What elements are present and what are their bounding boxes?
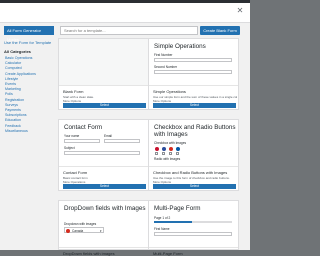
template-preview: Contact Form Your name Email Subject (59, 120, 148, 167)
flag-icon (176, 147, 180, 151)
preview-title: Checkbox and Radio Buttons with Images (154, 124, 236, 138)
preview-field-input (64, 151, 140, 155)
template-card-simple-operations[interactable]: Simple Operations First Number Second Nu… (148, 38, 239, 110)
modal-header: ✕ (0, 3, 250, 23)
preview-title: DropDown fields with Images (64, 205, 146, 212)
flag-icon (162, 147, 166, 151)
preview-title: Simple Operations (154, 43, 206, 50)
preview-field-label: Dropdown with images (64, 222, 97, 226)
template-card-multi-page[interactable]: Multi-Page Form Page 1 of 2 First Name M… (148, 200, 239, 256)
template-name: Checkbox and Radio Buttons with Images (153, 170, 228, 175)
create-blank-form-button[interactable]: Create Blank Form (200, 26, 240, 35)
template-name: Blank Form (63, 89, 84, 94)
preview-field-label: Your name (64, 134, 80, 138)
preview-field-input (64, 139, 100, 143)
sidebar-template-link[interactable]: Use the Form for Template (4, 40, 54, 45)
preview-field-label: First Number (154, 53, 173, 57)
preview-field-label: First Name (154, 227, 170, 231)
checkbox[interactable] (176, 152, 179, 155)
sidebar-item-all-modes[interactable]: All Form Generator Modes (4, 26, 54, 42)
preview-field-input (104, 139, 140, 143)
dropdown-selected-value: Canada (72, 229, 84, 233)
preview-field-label: Email (104, 134, 112, 138)
checkbox[interactable] (155, 152, 158, 155)
search-input[interactable] (60, 26, 198, 35)
template-name: Simple Operations (153, 89, 186, 94)
category-sidebar: All Form Generator Modes Use the Form fo… (4, 26, 54, 134)
flag-icon (155, 147, 159, 151)
template-card-blank[interactable]: Blank Form Start with a clean slate. Mor… (58, 38, 149, 110)
template-preview: Simple Operations First Number Second Nu… (149, 39, 238, 86)
template-name: Contact Form (63, 170, 88, 175)
progress-track (192, 221, 232, 223)
preview-field-label: Radio with Images (154, 157, 181, 161)
template-card-contact-form[interactable]: Contact Form Your name Email Subject Con… (58, 119, 149, 191)
checkbox[interactable] (169, 152, 172, 155)
select-template-button[interactable]: Select (63, 184, 146, 189)
preview-field-label: Subject (64, 146, 75, 150)
preview-field-label: Checkbox with Images (154, 141, 187, 145)
chevron-down-icon: ▾ (100, 229, 102, 233)
template-name: Multi-Page Form (153, 251, 183, 256)
flag-icon (66, 228, 70, 233)
template-preview: Checkbox and Radio Buttons with Images C… (149, 120, 238, 167)
template-card-dropdown-images[interactable]: DropDown fields with Images Dropdown wit… (58, 200, 149, 256)
flag-icon (169, 147, 173, 151)
progress-bar (154, 221, 192, 223)
select-template-button[interactable]: Select (153, 103, 236, 108)
template-preview: DropDown fields with Images Dropdown wit… (59, 201, 148, 248)
sidebar-categories-heading: All Categories (4, 49, 31, 54)
template-preview (59, 39, 148, 86)
preview-field-label: Second Number (154, 65, 178, 69)
preview-field-input (154, 232, 232, 236)
checkbox[interactable] (162, 152, 165, 155)
preview-field-input (154, 70, 232, 74)
sidebar-category-item[interactable]: Miscellaneous (4, 129, 54, 134)
select-template-button[interactable]: Select (63, 103, 146, 108)
template-card-checkbox-radio[interactable]: Checkbox and Radio Buttons with Images C… (148, 119, 239, 191)
preview-title: Multi-Page Form (154, 205, 201, 212)
preview-field-input (154, 58, 232, 62)
template-preview: Multi-Page Form Page 1 of 2 First Name (149, 201, 238, 248)
page-indicator: Page 1 of 2 (154, 216, 171, 220)
dropdown-select[interactable]: Canada ▾ (64, 227, 104, 233)
select-template-button[interactable]: Select (153, 184, 236, 189)
template-name: DropDown fields with images (63, 251, 115, 256)
preview-title: Contact Form (64, 124, 103, 131)
close-icon[interactable]: ✕ (236, 7, 244, 15)
